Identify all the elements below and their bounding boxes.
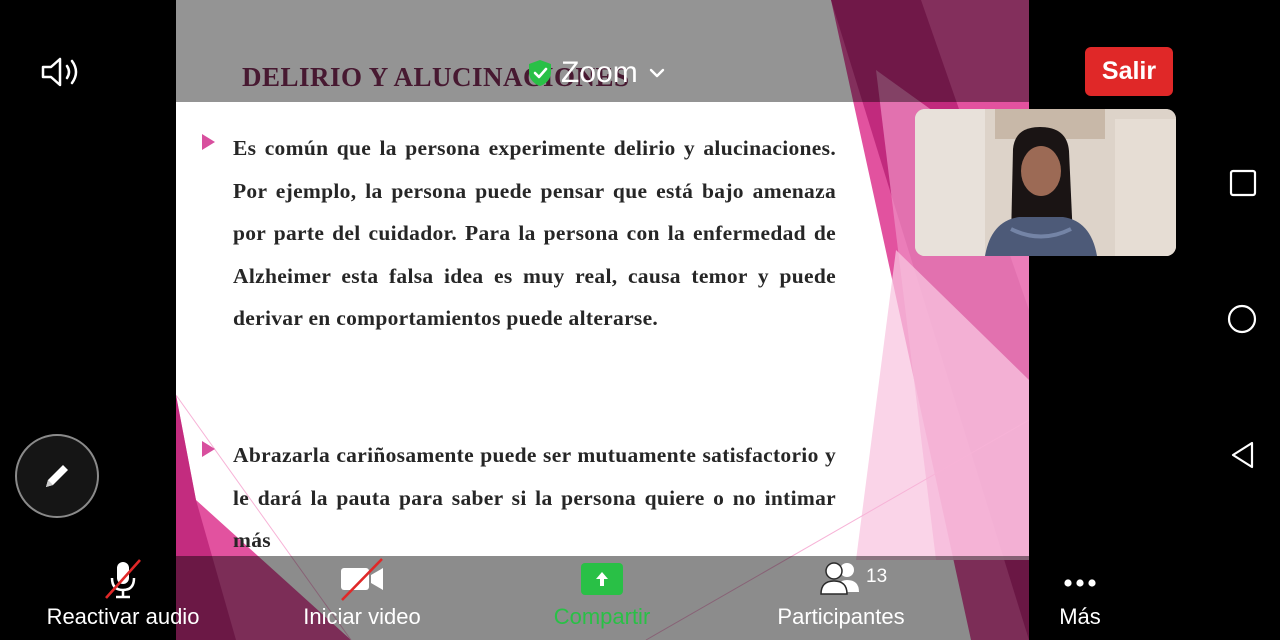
shield-check-icon [529,60,551,86]
participants-icon [818,556,864,602]
home-button[interactable] [1227,304,1257,334]
share-screen-icon [581,556,623,602]
annotate-button[interactable] [15,434,99,518]
participant-video-thumbnail[interactable] [915,109,1176,256]
share-screen-button[interactable]: Compartir [542,556,662,640]
exit-meeting-button[interactable]: Salir [1085,47,1173,96]
unmute-audio-button[interactable]: Reactivar audio [43,556,203,640]
slide-bullet: Es común que la persona experimente deli… [202,127,836,340]
bullet-marker-icon [202,441,215,457]
circle-icon [1227,304,1257,334]
more-dots-icon [1060,556,1100,602]
share-screen-label: Compartir [553,604,651,629]
participants-button[interactable]: 13 Participantes [770,556,912,640]
start-video-button[interactable]: Iniciar video [292,556,432,640]
meeting-title: Zoom [561,56,638,89]
slide-bullet-text: Abrazarla cariñosamente puede ser mutuam… [233,443,836,553]
muted-mic-icon [100,556,146,602]
more-options-button[interactable]: Más [1040,556,1120,640]
square-icon [1229,169,1257,197]
participants-label: Participantes [777,604,905,629]
speaker-icon[interactable] [40,56,84,88]
video-off-icon [338,556,386,602]
slide-bullet: Abrazarla cariñosamente puede ser mutuam… [202,434,836,562]
more-options-label: Más [1059,604,1101,629]
start-video-label: Iniciar video [303,604,421,629]
unmute-audio-label: Reactivar audio [46,604,200,629]
top-bar-left-panel [0,0,176,102]
slide-bullet-text: Es común que la persona experimente deli… [233,136,836,331]
chevron-down-icon [649,68,664,78]
recent-apps-button[interactable] [1228,168,1258,198]
bullet-marker-icon [202,134,215,150]
back-button[interactable] [1228,440,1258,470]
meeting-title-dropdown[interactable]: Zoom [527,56,666,90]
pencil-icon [46,465,68,487]
participants-count-badge: 13 [866,566,888,587]
back-triangle-icon [1231,441,1254,469]
participant-video-image [915,109,1176,256]
